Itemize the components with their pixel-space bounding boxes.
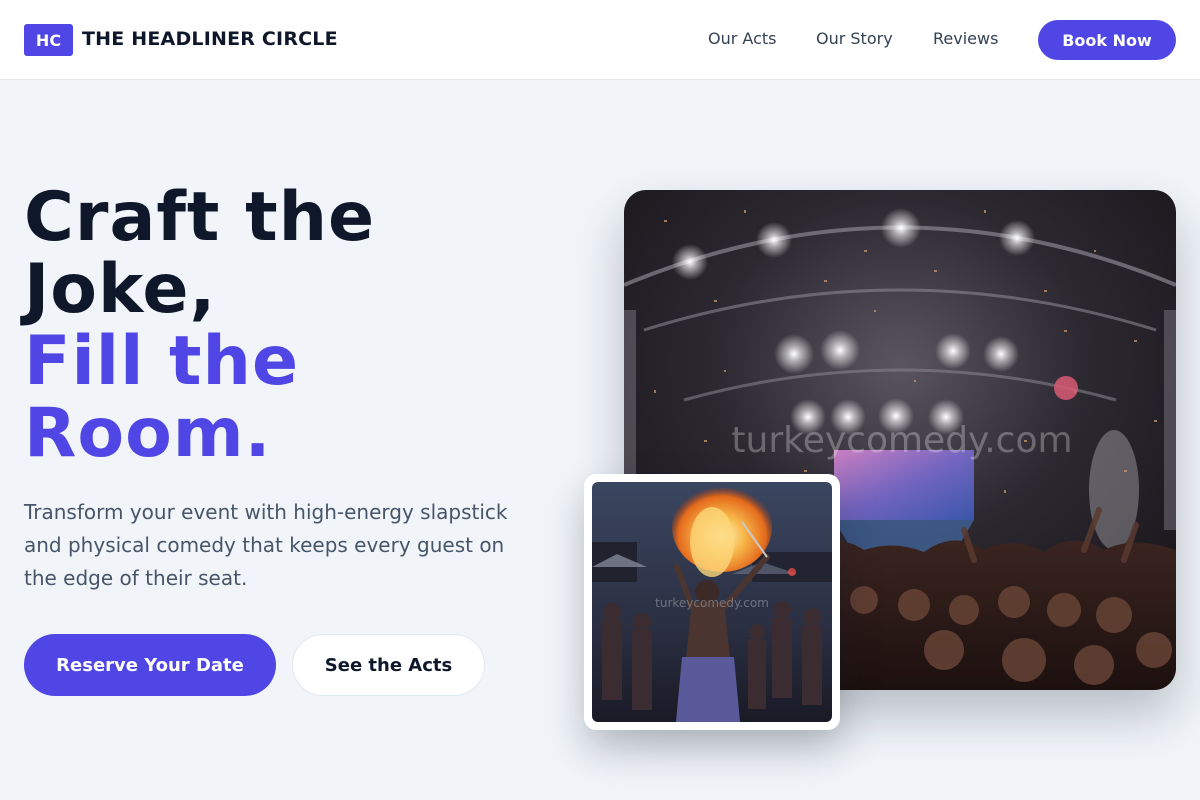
hero-title-line-2: Joke,	[24, 250, 217, 329]
nav-link-reviews[interactable]: Reviews	[933, 29, 998, 48]
hero-title-line-1: Craft the	[24, 178, 376, 257]
logo-badge[interactable]: HC	[24, 24, 73, 56]
brand-name[interactable]: THE HEADLINER CIRCLE	[82, 28, 338, 50]
fire-performer-image: turkeycomedy.com	[592, 482, 832, 722]
main-image-watermark: turkeycomedy.com	[731, 420, 1072, 461]
hero-title-line-4: Room.	[24, 394, 272, 473]
see-acts-button[interactable]: See the Acts	[292, 634, 485, 696]
reserve-date-button[interactable]: Reserve Your Date	[24, 634, 276, 696]
hero-title: Craft the Joke, Fill the Room.	[24, 182, 564, 470]
fire-performer-card: turkeycomedy.com	[584, 474, 840, 730]
nav-link-our-story[interactable]: Our Story	[816, 29, 893, 48]
hero-subtitle: Transform your event with high-energy sl…	[24, 500, 508, 590]
nav-link-our-acts[interactable]: Our Acts	[708, 29, 776, 48]
book-now-button[interactable]: Book Now	[1038, 20, 1176, 60]
inset-image-watermark: turkeycomedy.com	[655, 596, 769, 610]
hero-title-line-3: Fill the	[24, 322, 300, 401]
site-header: HC THE HEADLINER CIRCLE Our Acts Our Sto…	[0, 0, 1200, 80]
